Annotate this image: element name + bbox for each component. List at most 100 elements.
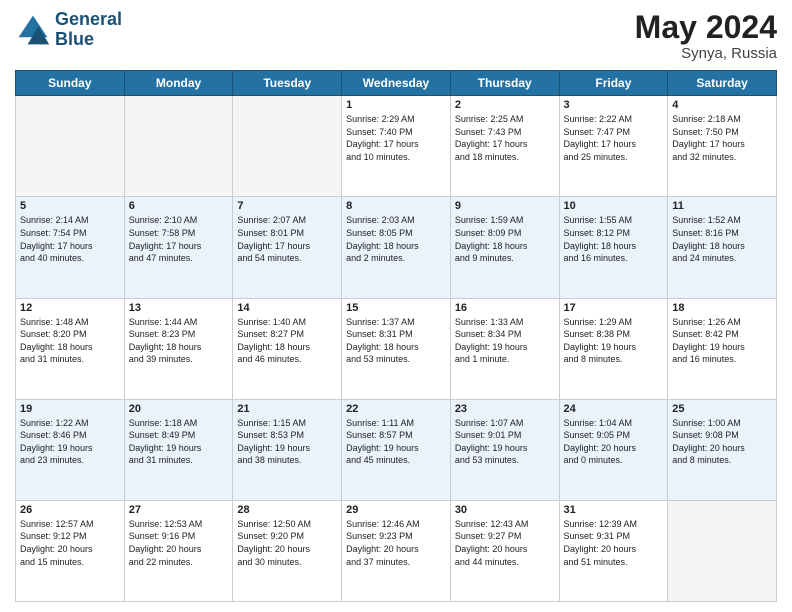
day-info: Sunrise: 1:55 AM Sunset: 8:12 PM Dayligh… bbox=[564, 214, 664, 264]
calendar-cell: 31 Sunrise: 12:39 AM Sunset: 9:31 PM Dayl… bbox=[559, 500, 668, 601]
day-number: 5 bbox=[20, 200, 120, 212]
day-number: 30 bbox=[455, 504, 555, 516]
calendar-week-row: 19Sunrise: 1:22 AM Sunset: 8:46 PM Dayli… bbox=[16, 399, 777, 500]
day-number: 16 bbox=[455, 302, 555, 314]
day-number: 2 bbox=[455, 99, 555, 111]
day-number: 4 bbox=[672, 99, 772, 111]
day-number: 26 bbox=[20, 504, 120, 516]
day-info: Sunrise: 1:04 AM Sunset: 9:05 PM Dayligh… bbox=[564, 417, 664, 467]
calendar-cell: 24 Sunrise: 1:04 AM Sunset: 9:05 PM Dayli… bbox=[559, 399, 668, 500]
day-info: Sunrise: 1:40 AM Sunset: 8:27 PM Dayligh… bbox=[237, 316, 337, 366]
day-info: Sunrise: 2:25 AM Sunset: 7:43 PM Dayligh… bbox=[455, 113, 555, 163]
day-info: Sunrise: 1:07 AM Sunset: 9:01 PM Dayligh… bbox=[455, 417, 555, 467]
location: Synya, Russia bbox=[635, 45, 777, 62]
calendar-week-row: 5 Sunrise: 2:14 AM Sunset: 7:54 PM Daylig… bbox=[16, 197, 777, 298]
calendar-week-row: 1Sunrise: 2:29 AM Sunset: 7:40 PM Daylig… bbox=[16, 96, 777, 197]
calendar-cell: 26Sunrise: 12:57 AM Sunset: 9:12 PM Dayl… bbox=[16, 500, 125, 601]
day-info: Sunrise: 1:33 AM Sunset: 8:34 PM Dayligh… bbox=[455, 316, 555, 366]
calendar-cell bbox=[16, 96, 125, 197]
calendar-cell: 14 Sunrise: 1:40 AM Sunset: 8:27 PM Dayli… bbox=[233, 298, 342, 399]
col-thursday: Thursday bbox=[450, 71, 559, 96]
day-info: Sunrise: 2:14 AM Sunset: 7:54 PM Dayligh… bbox=[20, 214, 120, 264]
col-wednesday: Wednesday bbox=[342, 71, 451, 96]
calendar-cell: 20 Sunrise: 1:18 AM Sunset: 8:49 PM Dayli… bbox=[124, 399, 233, 500]
day-number: 7 bbox=[237, 200, 337, 212]
day-info: Sunrise: 12:53 AM Sunset: 9:16 PM Daylig… bbox=[129, 518, 229, 568]
day-info: Sunrise: 12:39 AM Sunset: 9:31 PM Daylig… bbox=[564, 518, 664, 568]
calendar-cell: 17 Sunrise: 1:29 AM Sunset: 8:38 PM Dayli… bbox=[559, 298, 668, 399]
day-info: Sunrise: 1:18 AM Sunset: 8:49 PM Dayligh… bbox=[129, 417, 229, 467]
day-info: Sunrise: 2:22 AM Sunset: 7:47 PM Dayligh… bbox=[564, 113, 664, 163]
calendar-cell: 15 Sunrise: 1:37 AM Sunset: 8:31 PM Dayli… bbox=[342, 298, 451, 399]
logo-icon bbox=[15, 12, 51, 48]
day-info: Sunrise: 1:44 AM Sunset: 8:23 PM Dayligh… bbox=[129, 316, 229, 366]
day-number: 28 bbox=[237, 504, 337, 516]
calendar-table: Sunday Monday Tuesday Wednesday Thursday… bbox=[15, 70, 777, 602]
calendar-cell: 19Sunrise: 1:22 AM Sunset: 8:46 PM Dayli… bbox=[16, 399, 125, 500]
col-saturday: Saturday bbox=[668, 71, 777, 96]
col-friday: Friday bbox=[559, 71, 668, 96]
logo-text: General Blue bbox=[55, 10, 122, 50]
calendar-week-row: 26Sunrise: 12:57 AM Sunset: 9:12 PM Dayl… bbox=[16, 500, 777, 601]
col-sunday: Sunday bbox=[16, 71, 125, 96]
page: General Blue May 2024 Synya, Russia Sund… bbox=[0, 0, 792, 612]
calendar-cell: 8 Sunrise: 2:03 AM Sunset: 8:05 PM Daylig… bbox=[342, 197, 451, 298]
calendar-cell: 30Sunrise: 12:43 AM Sunset: 9:27 PM Dayl… bbox=[450, 500, 559, 601]
calendar-cell: 25 Sunrise: 1:00 AM Sunset: 9:08 PM Dayli… bbox=[668, 399, 777, 500]
calendar-cell: 3 Sunrise: 2:22 AM Sunset: 7:47 PM Daylig… bbox=[559, 96, 668, 197]
calendar-cell: 28 Sunrise: 12:50 AM Sunset: 9:20 PM Dayl… bbox=[233, 500, 342, 601]
day-info: Sunrise: 2:03 AM Sunset: 8:05 PM Dayligh… bbox=[346, 214, 446, 264]
logo: General Blue bbox=[15, 10, 122, 50]
calendar-cell: 10Sunrise: 1:55 AM Sunset: 8:12 PM Dayli… bbox=[559, 197, 668, 298]
calendar-cell: 29Sunrise: 12:46 AM Sunset: 9:23 PM Dayl… bbox=[342, 500, 451, 601]
calendar-cell: 22Sunrise: 1:11 AM Sunset: 8:57 PM Dayli… bbox=[342, 399, 451, 500]
day-number: 31 bbox=[564, 504, 664, 516]
calendar-cell: 27Sunrise: 12:53 AM Sunset: 9:16 PM Dayl… bbox=[124, 500, 233, 601]
calendar-cell bbox=[124, 96, 233, 197]
day-info: Sunrise: 1:29 AM Sunset: 8:38 PM Dayligh… bbox=[564, 316, 664, 366]
day-info: Sunrise: 1:59 AM Sunset: 8:09 PM Dayligh… bbox=[455, 214, 555, 264]
day-number: 15 bbox=[346, 302, 446, 314]
day-info: Sunrise: 1:00 AM Sunset: 9:08 PM Dayligh… bbox=[672, 417, 772, 467]
day-info: Sunrise: 2:10 AM Sunset: 7:58 PM Dayligh… bbox=[129, 214, 229, 264]
day-info: Sunrise: 1:26 AM Sunset: 8:42 PM Dayligh… bbox=[672, 316, 772, 366]
day-info: Sunrise: 12:50 AM Sunset: 9:20 PM Daylig… bbox=[237, 518, 337, 568]
day-number: 17 bbox=[564, 302, 664, 314]
day-number: 25 bbox=[672, 403, 772, 415]
calendar-cell: 1Sunrise: 2:29 AM Sunset: 7:40 PM Daylig… bbox=[342, 96, 451, 197]
calendar-cell: 11 Sunrise: 1:52 AM Sunset: 8:16 PM Dayli… bbox=[668, 197, 777, 298]
day-number: 3 bbox=[564, 99, 664, 111]
calendar-cell: 5 Sunrise: 2:14 AM Sunset: 7:54 PM Daylig… bbox=[16, 197, 125, 298]
day-number: 29 bbox=[346, 504, 446, 516]
calendar-week-row: 12 Sunrise: 1:48 AM Sunset: 8:20 PM Dayli… bbox=[16, 298, 777, 399]
day-number: 12 bbox=[20, 302, 120, 314]
calendar-cell: 9Sunrise: 1:59 AM Sunset: 8:09 PM Daylig… bbox=[450, 197, 559, 298]
month-title: May 2024 bbox=[635, 10, 777, 45]
day-number: 8 bbox=[346, 200, 446, 212]
calendar-cell: 13Sunrise: 1:44 AM Sunset: 8:23 PM Dayli… bbox=[124, 298, 233, 399]
day-info: Sunrise: 2:07 AM Sunset: 8:01 PM Dayligh… bbox=[237, 214, 337, 264]
calendar-cell bbox=[233, 96, 342, 197]
day-info: Sunrise: 2:18 AM Sunset: 7:50 PM Dayligh… bbox=[672, 113, 772, 163]
day-number: 19 bbox=[20, 403, 120, 415]
weekday-header-row: Sunday Monday Tuesday Wednesday Thursday… bbox=[16, 71, 777, 96]
day-info: Sunrise: 1:37 AM Sunset: 8:31 PM Dayligh… bbox=[346, 316, 446, 366]
day-info: Sunrise: 1:52 AM Sunset: 8:16 PM Dayligh… bbox=[672, 214, 772, 264]
day-number: 21 bbox=[237, 403, 337, 415]
day-number: 22 bbox=[346, 403, 446, 415]
day-number: 6 bbox=[129, 200, 229, 212]
day-number: 24 bbox=[564, 403, 664, 415]
calendar-cell: 4 Sunrise: 2:18 AM Sunset: 7:50 PM Daylig… bbox=[668, 96, 777, 197]
day-number: 23 bbox=[455, 403, 555, 415]
day-number: 18 bbox=[672, 302, 772, 314]
day-number: 1 bbox=[346, 99, 446, 111]
calendar-cell: 16 Sunrise: 1:33 AM Sunset: 8:34 PM Dayli… bbox=[450, 298, 559, 399]
day-number: 11 bbox=[672, 200, 772, 212]
day-number: 20 bbox=[129, 403, 229, 415]
day-info: Sunrise: 1:48 AM Sunset: 8:20 PM Dayligh… bbox=[20, 316, 120, 366]
day-number: 14 bbox=[237, 302, 337, 314]
calendar-cell bbox=[668, 500, 777, 601]
calendar-cell: 23 Sunrise: 1:07 AM Sunset: 9:01 PM Dayli… bbox=[450, 399, 559, 500]
col-monday: Monday bbox=[124, 71, 233, 96]
calendar-cell: 7 Sunrise: 2:07 AM Sunset: 8:01 PM Daylig… bbox=[233, 197, 342, 298]
